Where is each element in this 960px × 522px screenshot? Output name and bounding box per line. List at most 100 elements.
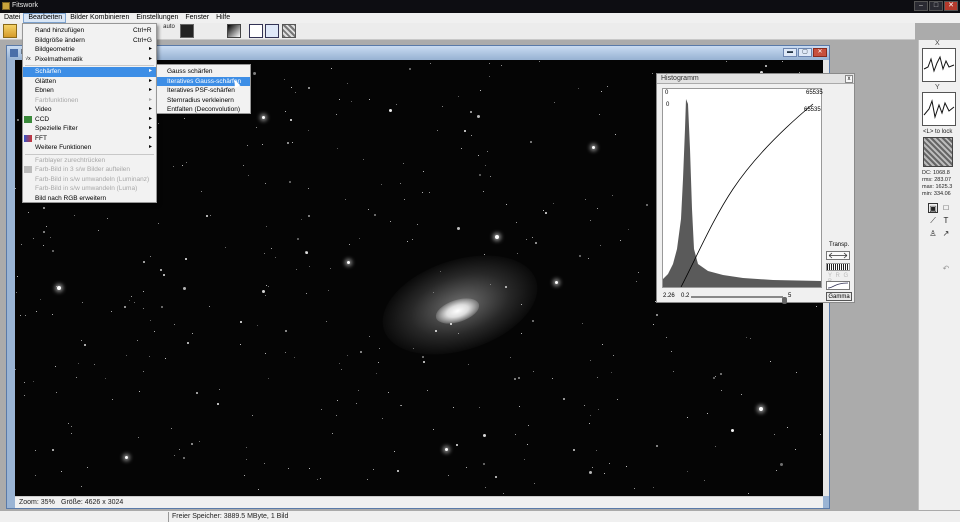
- edit-menu-item[interactable]: Rand hinzufügen Ctrl+R: [23, 26, 156, 36]
- window-chart-icon[interactable]: [265, 24, 279, 38]
- star: [126, 355, 127, 356]
- menu-hilfe[interactable]: Hilfe: [212, 13, 233, 23]
- star: [483, 463, 485, 465]
- star: [21, 244, 22, 245]
- star: [20, 315, 21, 316]
- edit-menu-item[interactable]: Ebnen ▸: [23, 86, 156, 96]
- star: [437, 130, 438, 131]
- gamma-slider-thumb[interactable]: [782, 297, 788, 304]
- pixel-math-icon: √x: [25, 55, 31, 62]
- maximize-button[interactable]: □: [929, 1, 943, 11]
- image-maximize-button[interactable]: ▢: [798, 48, 812, 57]
- edit-menu-item[interactable]: Spezielle Filter ▸: [23, 124, 156, 134]
- star: [515, 434, 516, 435]
- stamp-icon[interactable]: ♙: [928, 229, 938, 239]
- submenu-arrow-icon: ▸: [149, 96, 153, 103]
- submenu-arrow-icon: ▸: [149, 125, 153, 131]
- split-channels-icon: [24, 166, 32, 173]
- menu-fenster[interactable]: Fenster: [181, 13, 212, 23]
- star: [78, 363, 79, 364]
- dark-frame-icon[interactable]: [180, 24, 194, 38]
- move-point-icon[interactable]: ↗: [941, 229, 951, 239]
- star: [464, 130, 466, 132]
- image-close-button[interactable]: ✕: [813, 48, 827, 57]
- y-profile-graph[interactable]: [922, 92, 956, 126]
- rectangle-select-icon[interactable]: □: [941, 203, 951, 213]
- exit-icon[interactable]: [305, 24, 317, 38]
- menu-datei[interactable]: Datei: [0, 13, 23, 23]
- edit-menu-item[interactable]: FFT ▸: [23, 134, 156, 144]
- edit-menu-item[interactable]: Glätten ▸: [23, 77, 156, 87]
- star: [715, 446, 716, 447]
- gradient-icon[interactable]: [227, 24, 241, 38]
- edit-menu-item[interactable]: Weitere Funktionen ▸: [23, 143, 156, 153]
- star: [240, 344, 241, 345]
- auto-stretch-button[interactable]: auto: [160, 24, 178, 38]
- transparency-arrows-icon[interactable]: [826, 251, 850, 260]
- gamma-slider[interactable]: [691, 296, 788, 304]
- bright-star: [57, 286, 61, 290]
- star: [94, 364, 95, 365]
- edit-menu-item[interactable]: CCD ▸: [23, 115, 156, 125]
- select-image-icon[interactable]: ▣: [928, 203, 938, 213]
- star: [795, 449, 796, 450]
- menu-einstellungen[interactable]: Einstellungen: [132, 13, 181, 23]
- menu-bearbeiten[interactable]: Bearbeiten: [23, 13, 67, 23]
- status-divider: [168, 512, 169, 522]
- star: [129, 300, 130, 301]
- curve-icon[interactable]: [826, 281, 850, 290]
- star: [471, 135, 472, 136]
- star: [15, 188, 16, 189]
- sharpen-menu-item[interactable]: Entfalten (Deconvolution): [157, 105, 250, 115]
- star: [36, 311, 37, 312]
- star: [774, 434, 775, 435]
- edit-menu-item[interactable]: Pixelmathematik √x ▸: [23, 55, 156, 65]
- undo-arrow-icon[interactable]: ↶: [941, 264, 951, 274]
- star: [191, 443, 193, 445]
- edit-menu-item-label: Farblayer zurechtrücken: [35, 156, 106, 164]
- star: [252, 415, 253, 416]
- sharpen-menu-item[interactable]: Sternradius verkleinern: [157, 96, 250, 106]
- histogram-barcode-icon[interactable]: [826, 263, 850, 271]
- minimize-button[interactable]: ‒: [914, 1, 928, 11]
- sharpen-menu-item[interactable]: Iteratives PSF-schärfen: [157, 86, 250, 96]
- star: [337, 148, 338, 149]
- text-tool-icon[interactable]: T: [941, 216, 951, 226]
- open-folder-icon[interactable]: [3, 24, 17, 38]
- gamma-value: 0.2: [681, 293, 690, 299]
- star: [466, 467, 467, 468]
- gamma-button[interactable]: Gamma: [826, 292, 852, 301]
- star: [673, 371, 674, 372]
- stat-max: max: 1625.3: [922, 184, 953, 190]
- window-icon[interactable]: [249, 24, 263, 38]
- image-minimize-button[interactable]: ▬: [783, 48, 797, 57]
- star: [489, 76, 490, 77]
- star: [704, 480, 705, 481]
- star: [412, 239, 413, 240]
- star: [183, 457, 185, 459]
- star: [656, 314, 658, 316]
- bright-star: [495, 235, 499, 239]
- edit-menu-item[interactable]: Schärfen ▸: [23, 67, 156, 77]
- edit-menu-item[interactable]: Bild nach RGB erweitern: [23, 194, 156, 204]
- star: [503, 493, 504, 494]
- star: [400, 405, 401, 406]
- pipette-icon[interactable]: ⟋: [928, 216, 938, 226]
- histogram-close-icon[interactable]: x: [845, 75, 853, 83]
- image-status-bar: Zoom: 35% Größe: 4626 x 3024: [15, 496, 823, 508]
- menu-bilder-kombinieren[interactable]: Bilder Kombinieren: [66, 13, 132, 23]
- histogram-title-bar[interactable]: Histogramm x: [657, 74, 854, 84]
- histogram-plot[interactable]: 0 65535 0 65535: [662, 88, 823, 288]
- star: [43, 231, 45, 233]
- star: [46, 226, 47, 227]
- star: [653, 324, 654, 325]
- star: [713, 377, 715, 379]
- x-profile-graph[interactable]: [922, 48, 956, 82]
- sharpen-menu-item[interactable]: Gauss schärfen: [157, 67, 250, 77]
- edit-menu-item[interactable]: Bildgröße ändern Ctrl+G: [23, 36, 156, 46]
- pixel-grid-icon[interactable]: [282, 24, 296, 38]
- star: [404, 199, 405, 200]
- edit-menu-item[interactable]: Video ▸: [23, 105, 156, 115]
- edit-menu-item[interactable]: Bildgeometrie ▸: [23, 45, 156, 55]
- close-button[interactable]: ✕: [944, 1, 958, 11]
